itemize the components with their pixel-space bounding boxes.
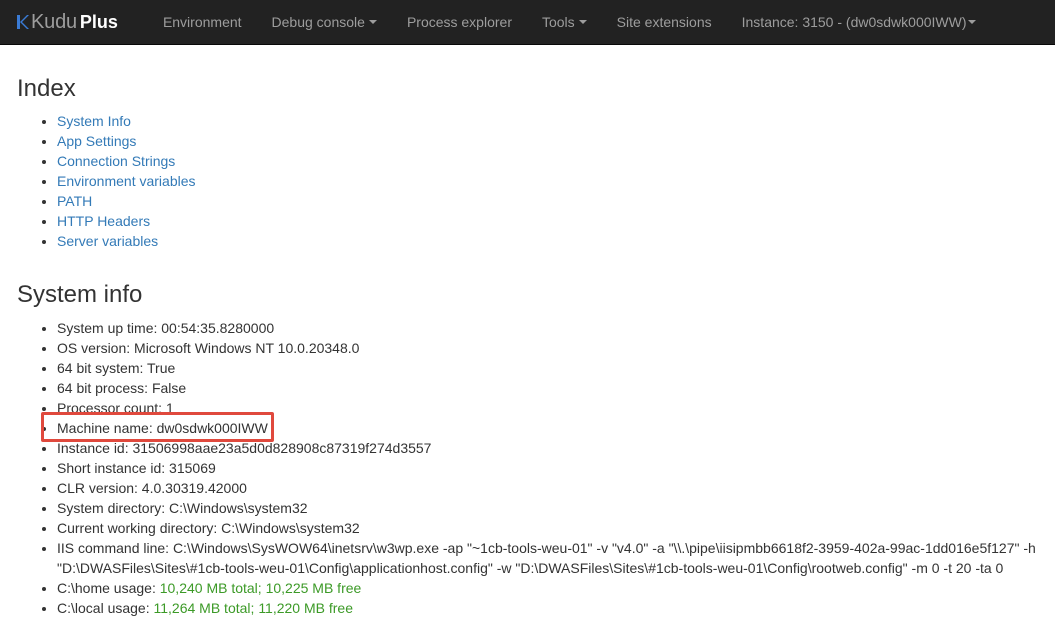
sysinfo-os-version: OS version: Microsoft Windows NT 10.0.20…: [57, 338, 1036, 358]
list-item: PATH: [57, 191, 196, 211]
link-http-headers[interactable]: HTTP Headers: [57, 213, 150, 229]
nav-instance-selector[interactable]: Instance: 3150 - (dw0sdwk000IWW): [727, 0, 991, 45]
index-heading: Index: [17, 75, 76, 102]
list-item: HTTP Headers: [57, 211, 196, 231]
caret-down-icon: [368, 20, 377, 24]
machine-name-highlight-box: [41, 412, 274, 442]
link-app-settings[interactable]: App Settings: [57, 133, 136, 149]
list-item: Connection Strings: [57, 151, 196, 171]
nav-tools-label: Tools: [541, 14, 575, 30]
system-info-list: System up time: 00:54:35.8280000 OS vers…: [17, 318, 1036, 618]
nav-debug-console[interactable]: Debug console: [257, 0, 392, 45]
sysinfo-local-usage: C:\local usage: 11,264 MB total; 11,220 …: [57, 598, 1036, 618]
link-path[interactable]: PATH: [57, 193, 92, 209]
nav-debug-console-label: Debug console: [271, 14, 365, 30]
sysinfo-short-instance-id: Short instance id: 315069: [57, 458, 1036, 478]
list-item: Environment variables: [57, 171, 196, 191]
nav-process-explorer[interactable]: Process explorer: [392, 0, 527, 45]
sysinfo-uptime: System up time: 00:54:35.8280000: [57, 318, 1036, 338]
brand-logo-link[interactable]: Kudu Plus: [16, 0, 118, 45]
local-usage-total: 11,264 MB total;: [153, 600, 259, 616]
nav-site-extensions-label: Site extensions: [616, 14, 712, 30]
local-usage-free: 11,220 MB free: [258, 600, 353, 616]
local-usage-label: C:\local usage:: [57, 600, 154, 616]
nav-process-explorer-label: Process explorer: [406, 14, 512, 30]
brand-kudu-text: Kudu: [31, 10, 77, 33]
nav-environment-label: Environment: [162, 14, 242, 30]
brand-plus-text: Plus: [79, 11, 118, 32]
home-usage-label: C:\home usage:: [57, 580, 160, 596]
iis-command-line-2: "D:\DWASFiles\Sites\#1cb-tools-weu-01\Co…: [57, 560, 1004, 576]
link-server-variables[interactable]: Server variables: [57, 233, 158, 249]
list-item: System Info: [57, 111, 196, 131]
list-item: App Settings: [57, 131, 196, 151]
iis-command-line-1: IIS command line: C:\Windows\SysWOW64\in…: [57, 540, 1036, 556]
sysinfo-iis-command-line: IIS command line: C:\Windows\SysWOW64\in…: [57, 538, 1036, 578]
nav-site-extensions[interactable]: Site extensions: [602, 0, 727, 45]
link-connection-strings[interactable]: Connection Strings: [57, 153, 175, 169]
nav-instance-label: Instance: 3150 - (dw0sdwk000IWW): [741, 14, 967, 30]
home-usage-total: 10,240 MB total;: [159, 580, 266, 596]
nav-environment[interactable]: Environment: [148, 0, 257, 45]
nav-tools[interactable]: Tools: [527, 0, 602, 45]
system-info-heading: System info: [17, 281, 143, 308]
caret-down-icon: [578, 20, 587, 24]
caret-down-icon: [967, 20, 976, 24]
sysinfo-64bit-system: 64 bit system: True: [57, 358, 1036, 378]
index-list: System Info App Settings Connection Stri…: [17, 111, 196, 251]
link-system-info[interactable]: System Info: [57, 113, 131, 129]
home-usage-free: 10,225 MB free: [265, 580, 362, 596]
sysinfo-cwd: Current working directory: C:\Windows\sy…: [57, 518, 1036, 538]
list-item: Server variables: [57, 231, 196, 251]
sysinfo-64bit-process: 64 bit process: False: [57, 378, 1036, 398]
kudu-logo-icon: [16, 12, 30, 32]
sysinfo-clr-version: CLR version: 4.0.30319.42000: [57, 478, 1036, 498]
link-environment-variables[interactable]: Environment variables: [57, 173, 196, 189]
sysinfo-system-directory: System directory: C:\Windows\system32: [57, 498, 1036, 518]
sysinfo-home-usage: C:\home usage: 10,240 MB total; 10,225 M…: [57, 578, 1036, 598]
top-navbar: Kudu Plus Environment Debug console Proc…: [0, 0, 1055, 45]
